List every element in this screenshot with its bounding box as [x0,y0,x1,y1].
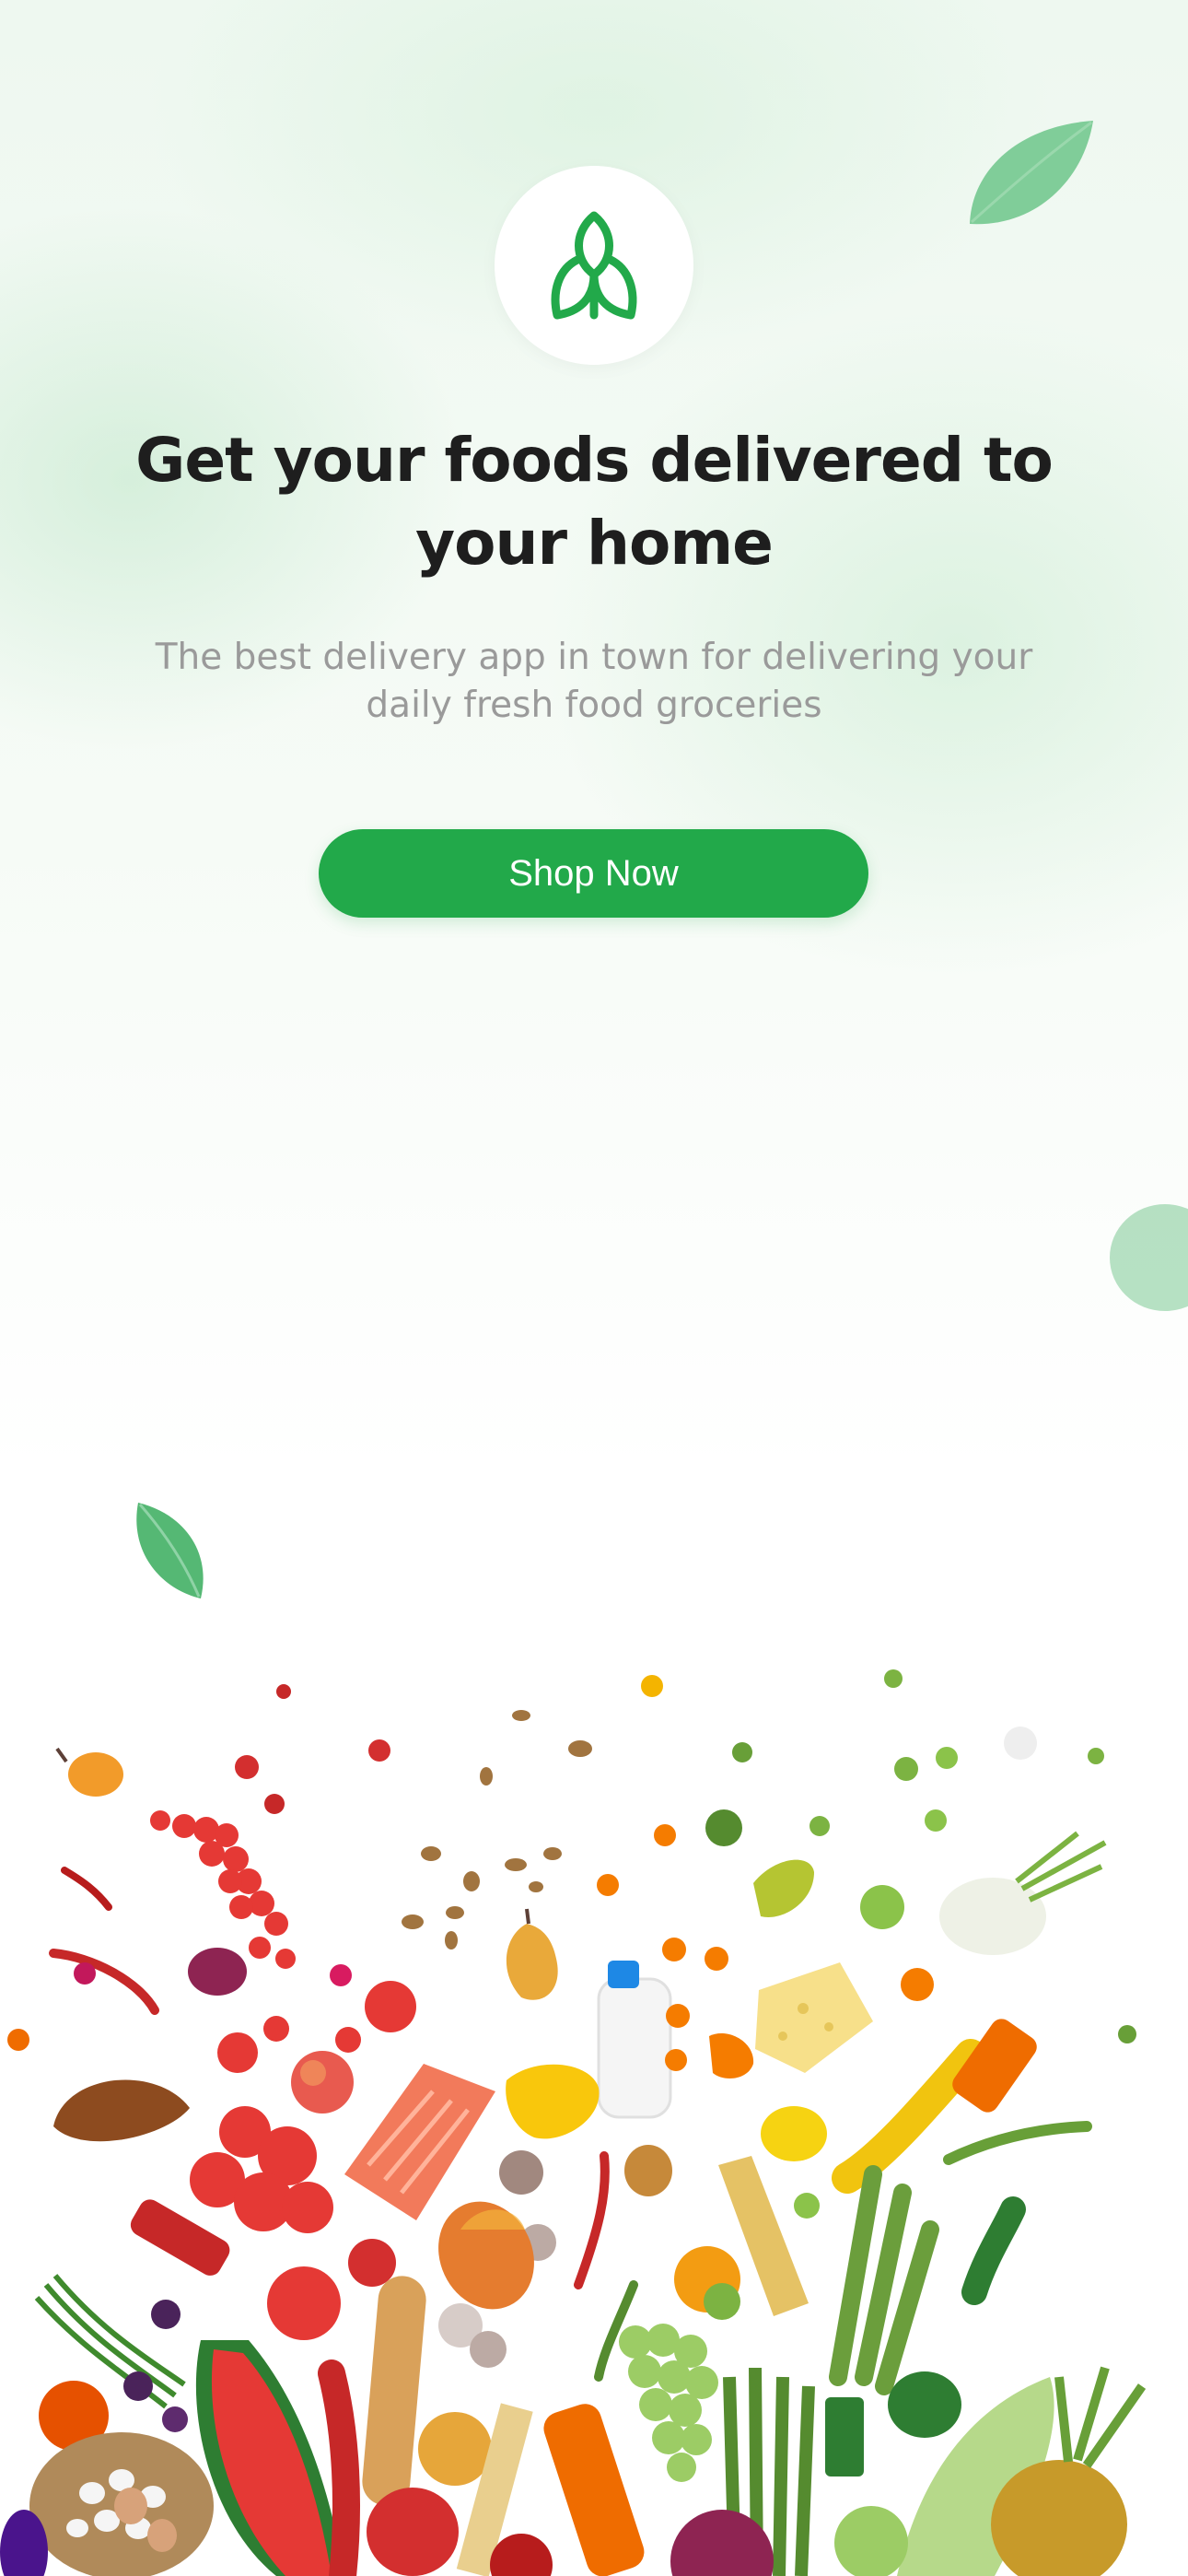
pear [55,1747,123,1797]
fresh-produce-image [0,1669,1147,2576]
page-subtitle: The best delivery app in town for delive… [155,637,1033,726]
green-apple [860,1885,904,1929]
lemon [761,2106,827,2161]
yellow-pear [506,1924,558,2000]
milk-bottle [597,1977,672,2119]
cheese [755,1962,873,2073]
mushroom [499,2150,543,2195]
croissant [53,2079,190,2142]
mango [438,2201,534,2310]
small-berries [7,1669,1136,2051]
leaf-sprout-icon [551,211,637,320]
app-logo [495,166,693,365]
leaf-left [136,1503,204,1598]
cucumber [961,2196,1026,2305]
yellow-pepper [506,2064,600,2139]
leaf-right-edge [1110,1204,1188,1311]
orange-pepper [709,2032,754,2078]
red-onion [188,1948,247,1996]
nuts [402,1710,592,1950]
cherry-tomatoes [150,1810,296,1969]
leek [829,2165,939,2395]
apple [291,2051,354,2113]
grapes [619,2324,718,2482]
starfruit [753,1859,814,1917]
page-title: Get your foods delivered to your home [135,425,1054,579]
red-chili [49,1949,159,2015]
red-chili [61,1867,112,1911]
shop-now-button[interactable]: Shop Now [319,829,868,918]
salmon-fillet [344,2064,495,2220]
leaf-top-right [970,121,1093,225]
fennel [939,1878,1046,1955]
baguette [362,2276,426,2506]
carrot-juice [543,2404,645,2576]
